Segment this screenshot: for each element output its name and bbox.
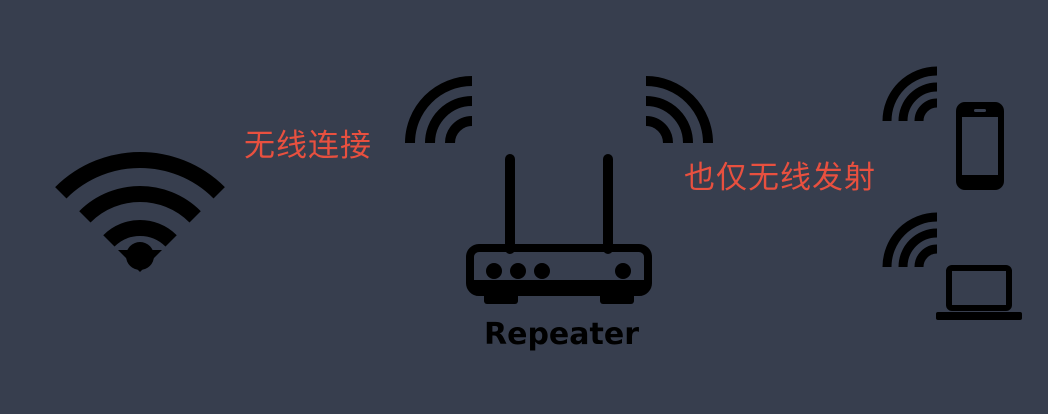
wireless-connect-label: 无线连接 — [244, 128, 372, 164]
router-icon — [466, 152, 652, 306]
laptop-icon — [934, 264, 1024, 322]
wifi-signal-left-icon — [405, 76, 479, 150]
wifi-signal-icon — [880, 212, 942, 270]
wifi-signal-icon — [880, 66, 942, 124]
repeater-diagram: 无线连接 Repeater 也仅无线发射 — [0, 0, 1048, 414]
smartphone-icon — [956, 102, 1004, 190]
repeater-label: Repeater — [484, 317, 639, 352]
wireless-transmit-only-label: 也仅无线发射 — [684, 160, 876, 196]
wifi-icon — [52, 150, 228, 276]
wifi-signal-right-icon — [639, 76, 713, 150]
